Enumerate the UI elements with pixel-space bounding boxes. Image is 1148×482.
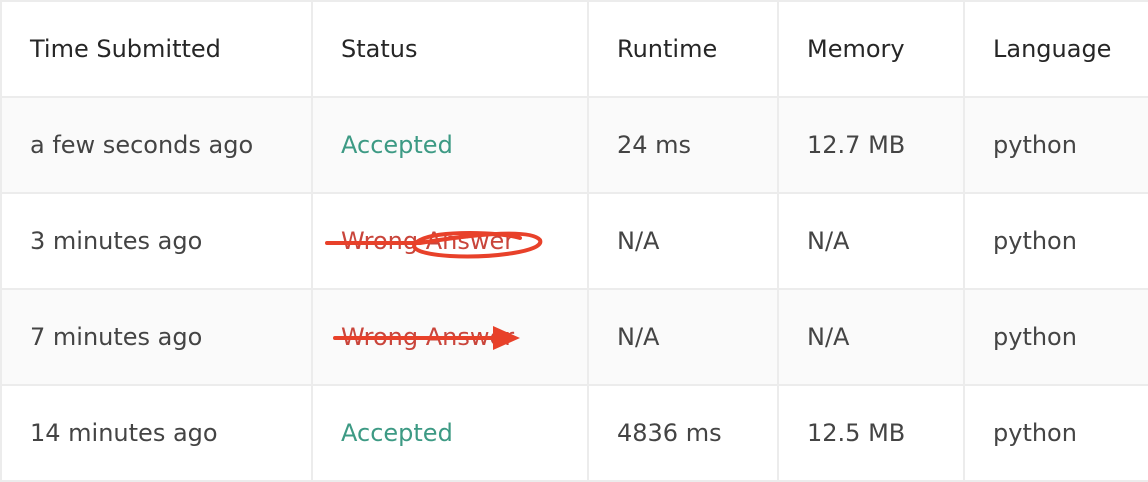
submissions-table: Time Submitted Status Runtime Memory Lan… [0,0,1148,482]
language-cell: python [963,288,1148,386]
table-row: a few seconds ago Accepted 24 ms 12.7 MB… [0,96,1148,194]
memory-cell: 12.7 MB [777,96,965,194]
header-memory[interactable]: Memory [777,0,965,98]
time-cell: 3 minutes ago [0,192,313,290]
language-cell: python [963,192,1148,290]
status-link[interactable]: Accepted [311,96,589,194]
status-link[interactable]: Wrong Answer [311,192,589,290]
header-status[interactable]: Status [311,0,589,98]
memory-cell: N/A [777,192,965,290]
status-link[interactable]: Accepted [311,384,589,482]
memory-cell: N/A [777,288,965,386]
runtime-cell: N/A [587,288,779,386]
table-row: 3 minutes ago Wrong Answer N/A N/A pytho… [0,192,1148,290]
runtime-cell: N/A [587,192,779,290]
table-row: 7 minutes ago Wrong Answer N/A N/A pytho… [0,288,1148,386]
time-cell: a few seconds ago [0,96,313,194]
table-header-row: Time Submitted Status Runtime Memory Lan… [0,0,1148,98]
language-cell: python [963,96,1148,194]
memory-cell: 12.5 MB [777,384,965,482]
time-cell: 14 minutes ago [0,384,313,482]
runtime-cell: 4836 ms [587,384,779,482]
table-row: 14 minutes ago Accepted 4836 ms 12.5 MB … [0,384,1148,482]
header-time-submitted[interactable]: Time Submitted [0,0,313,98]
language-cell: python [963,384,1148,482]
time-cell: 7 minutes ago [0,288,313,386]
runtime-cell: 24 ms [587,96,779,194]
header-runtime[interactable]: Runtime [587,0,779,98]
header-language[interactable]: Language [963,0,1148,98]
status-link[interactable]: Wrong Answer [311,288,589,386]
